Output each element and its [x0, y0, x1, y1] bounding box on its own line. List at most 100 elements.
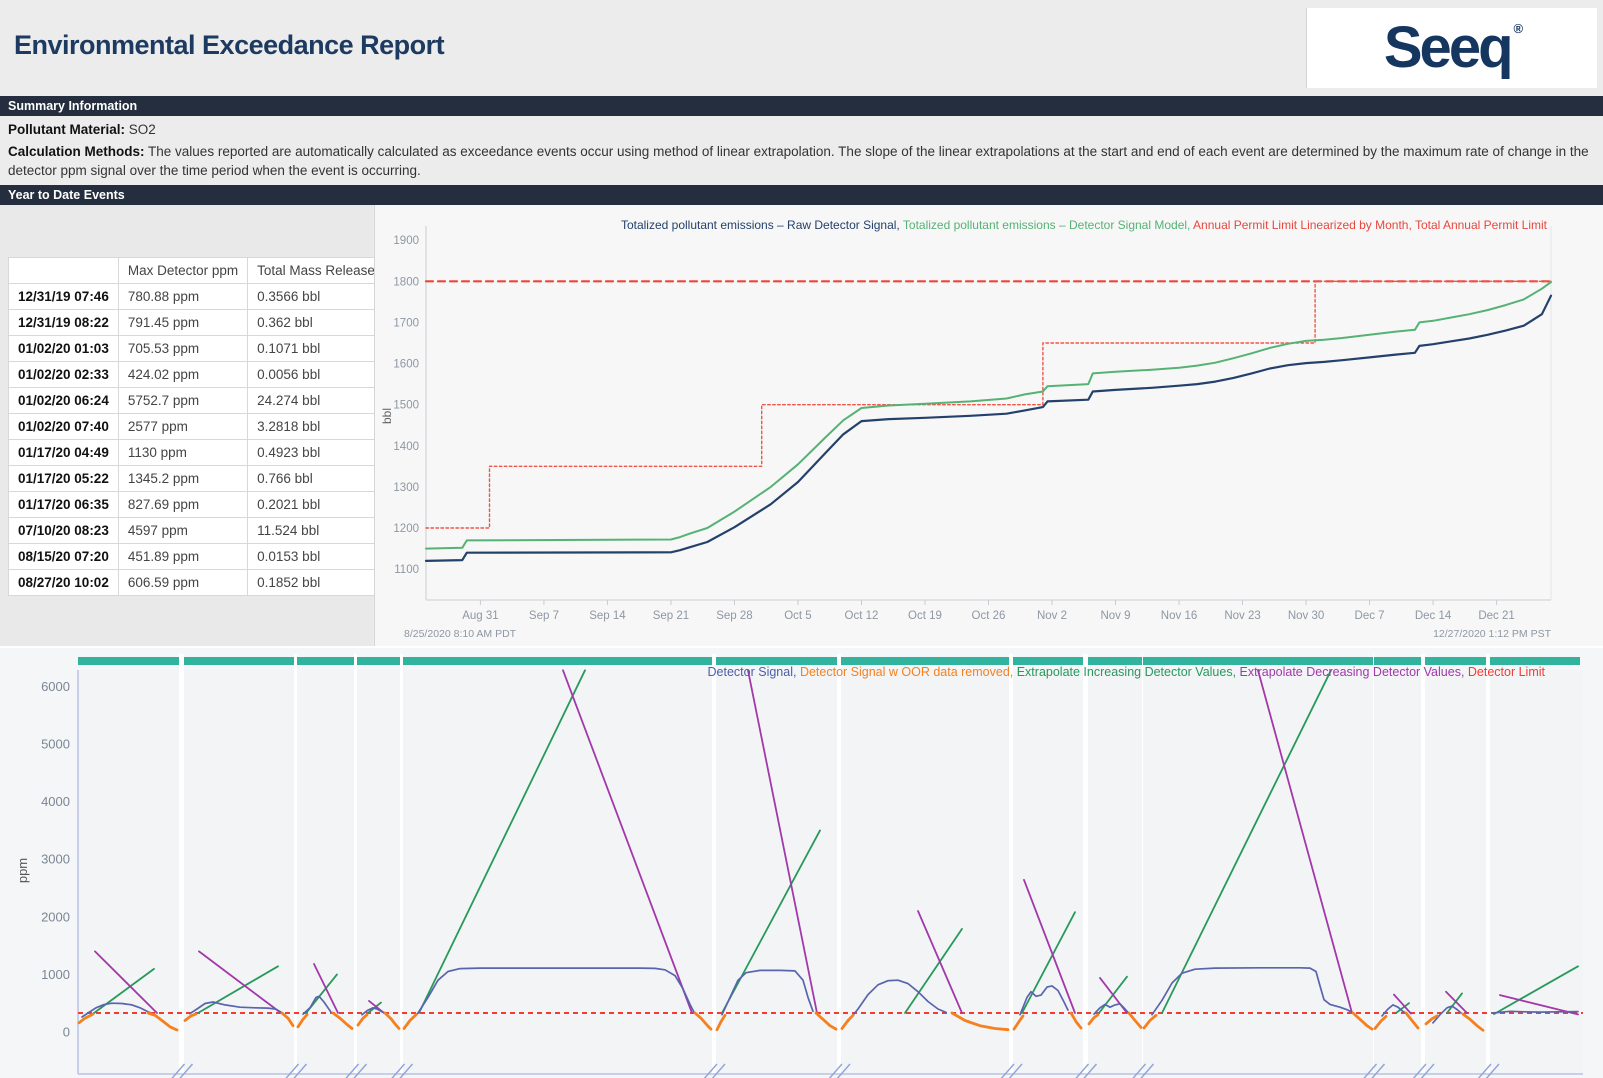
summary-section-title: Summary Information: [8, 99, 137, 113]
detector-signal-chart[interactable]: 0100020003000400050006000: [0, 648, 1603, 1078]
emissions-end-timestamp: 12/27/2020 1:12 PM PST: [1433, 628, 1551, 640]
event-timestamp-cell: 07/10/20 08:23: [9, 518, 119, 544]
emissions-chart-legend: Totalized pollutant emissions – Raw Dete…: [621, 218, 1547, 232]
event-timestamp-cell: 01/02/20 07:40: [9, 414, 119, 440]
detector-y-axis-label: ppm: [15, 858, 30, 883]
svg-text:Nov 16: Nov 16: [1161, 610, 1197, 622]
svg-text:Oct 12: Oct 12: [845, 610, 879, 622]
events-table-panel: Max Detector ppmTotal Mass Released 12/3…: [0, 205, 373, 651]
event-capsule-bar: [841, 657, 1009, 665]
legend-item: Extrapolate Decreasing Detector Values,: [1240, 665, 1468, 679]
svg-text:1600: 1600: [393, 359, 419, 371]
legend-item: Totalized pollutant emissions – Raw Dete…: [621, 218, 903, 232]
table-row: 01/02/20 01:03705.53 ppm0.1071 bbl: [9, 336, 392, 362]
svg-text:Nov 9: Nov 9: [1100, 610, 1130, 622]
max-detector-cell: 780.88 ppm: [118, 284, 247, 310]
svg-text:1900: 1900: [393, 235, 419, 247]
total-mass-cell: 0.0153 bbl: [248, 544, 392, 570]
max-detector-cell: 705.53 ppm: [118, 336, 247, 362]
pollutant-label: Pollutant Material:: [8, 122, 125, 137]
event-capsule-bar: [1013, 657, 1083, 665]
svg-text:4000: 4000: [41, 794, 70, 809]
emissions-chart-panel: 110012001300140015001600170018001900Aug …: [374, 205, 1603, 651]
table-row: 01/17/20 05:221345.2 ppm0.766 bbl: [9, 466, 392, 492]
total-mass-cell: 0.4923 bbl: [248, 440, 392, 466]
svg-text:Nov 23: Nov 23: [1224, 610, 1260, 622]
summary-body: Pollutant Material: SO2 Calculation Meth…: [0, 116, 1603, 185]
event-timestamp-cell: 01/17/20 05:22: [9, 466, 119, 492]
event-timestamp-cell: 01/02/20 02:33: [9, 362, 119, 388]
max-detector-cell: 5752.7 ppm: [118, 388, 247, 414]
max-detector-cell: 1130 ppm: [118, 440, 247, 466]
total-mass-cell: 3.2818 bbl: [248, 414, 392, 440]
emissions-y-axis-label: bbl: [380, 408, 394, 424]
events-section-title: Year to Date Events: [8, 188, 125, 202]
summary-section-header: Summary Information: [0, 96, 1603, 116]
event-timestamp-cell: 01/17/20 04:49: [9, 440, 119, 466]
svg-text:Sep 21: Sep 21: [653, 610, 689, 622]
legend-item: Detector Limit: [1468, 665, 1545, 679]
detector-chart-legend: Detector Signal, Detector Signal w OOR d…: [708, 665, 1545, 679]
total-mass-cell: 0.362 bbl: [248, 310, 392, 336]
event-capsule-bar: [78, 657, 179, 665]
svg-text:Dec 14: Dec 14: [1415, 610, 1452, 622]
methods-line: Calculation Methods: The values reported…: [8, 143, 1593, 181]
column-header: [9, 258, 119, 284]
legend-item: Total Annual Permit Limit: [1415, 218, 1547, 232]
table-header-row: Max Detector ppmTotal Mass Released: [9, 258, 392, 284]
table-row: 01/17/20 06:35827.69 ppm0.2021 bbl: [9, 492, 392, 518]
pollutant-value: SO2: [129, 122, 156, 137]
svg-text:Nov 30: Nov 30: [1288, 610, 1324, 622]
page-title: Environmental Exceedance Report: [14, 30, 444, 61]
event-timestamp-cell: 12/31/19 08:22: [9, 310, 119, 336]
table-row: 01/02/20 07:402577 ppm3.2818 bbl: [9, 414, 392, 440]
event-timestamp-cell: 01/02/20 06:24: [9, 388, 119, 414]
svg-text:2000: 2000: [41, 909, 70, 924]
registered-trademark-icon: ®: [1514, 21, 1524, 36]
total-mass-cell: 0.3566 bbl: [248, 284, 392, 310]
table-row: 01/17/20 04:491130 ppm0.4923 bbl: [9, 440, 392, 466]
emissions-trend-chart[interactable]: 110012001300140015001600170018001900Aug …: [375, 205, 1603, 651]
table-row: 12/31/19 07:46780.88 ppm0.3566 bbl: [9, 284, 392, 310]
svg-text:1300: 1300: [393, 482, 419, 494]
events-table: Max Detector ppmTotal Mass Released 12/3…: [8, 257, 392, 596]
event-capsule-bar: [1143, 657, 1373, 665]
emissions-start-timestamp: 8/25/2020 8:10 AM PDT: [404, 628, 516, 640]
svg-text:3000: 3000: [41, 852, 70, 867]
svg-text:5000: 5000: [41, 737, 70, 752]
table-row: 12/31/19 08:22791.45 ppm0.362 bbl: [9, 310, 392, 336]
legend-item: Detector Signal w OOR data removed,: [800, 665, 1017, 679]
pollutant-line: Pollutant Material: SO2: [8, 121, 1593, 140]
legend-item: Detector Signal,: [708, 665, 800, 679]
event-capsule-bar: [357, 657, 400, 665]
legend-item: Extrapolate Increasing Detector Values,: [1017, 665, 1240, 679]
svg-text:Dec 7: Dec 7: [1355, 610, 1385, 622]
content-row: Max Detector ppmTotal Mass Released 12/3…: [0, 205, 1603, 651]
svg-text:1400: 1400: [393, 441, 419, 453]
events-table-body: 12/31/19 07:46780.88 ppm0.3566 bbl12/31/…: [9, 284, 392, 596]
event-timestamp-cell: 08/27/20 10:02: [9, 570, 119, 596]
max-detector-cell: 827.69 ppm: [118, 492, 247, 518]
svg-text:Oct 19: Oct 19: [908, 610, 942, 622]
event-timestamp-cell: 01/17/20 06:35: [9, 492, 119, 518]
total-mass-cell: 0.766 bbl: [248, 466, 392, 492]
event-timestamp-cell: 01/02/20 01:03: [9, 336, 119, 362]
detector-chart-panel: 0100020003000400050006000 Detector Signa…: [0, 646, 1603, 1078]
svg-text:Oct 5: Oct 5: [784, 610, 811, 622]
report-page: Environmental Exceedance Report Seeq® Su…: [0, 0, 1603, 1078]
seeq-logo: Seeq®: [1306, 8, 1597, 88]
max-detector-cell: 451.89 ppm: [118, 544, 247, 570]
table-row: 01/02/20 06:245752.7 ppm24.274 bbl: [9, 388, 392, 414]
event-capsule-bar: [1374, 657, 1421, 665]
total-mass-cell: 24.274 bbl: [248, 388, 392, 414]
svg-text:Nov 2: Nov 2: [1037, 610, 1067, 622]
event-capsule-bar: [1425, 657, 1486, 665]
event-capsule-bar: [1088, 657, 1142, 665]
total-mass-cell: 11.524 bbl: [248, 518, 392, 544]
seeq-logo-text: Seeq: [1384, 19, 1511, 77]
svg-text:1800: 1800: [393, 276, 419, 288]
svg-text:1000: 1000: [41, 967, 70, 982]
table-row: 07/10/20 08:234597 ppm11.524 bbl: [9, 518, 392, 544]
svg-text:1200: 1200: [393, 523, 419, 535]
event-capsule-bar: [297, 657, 354, 665]
